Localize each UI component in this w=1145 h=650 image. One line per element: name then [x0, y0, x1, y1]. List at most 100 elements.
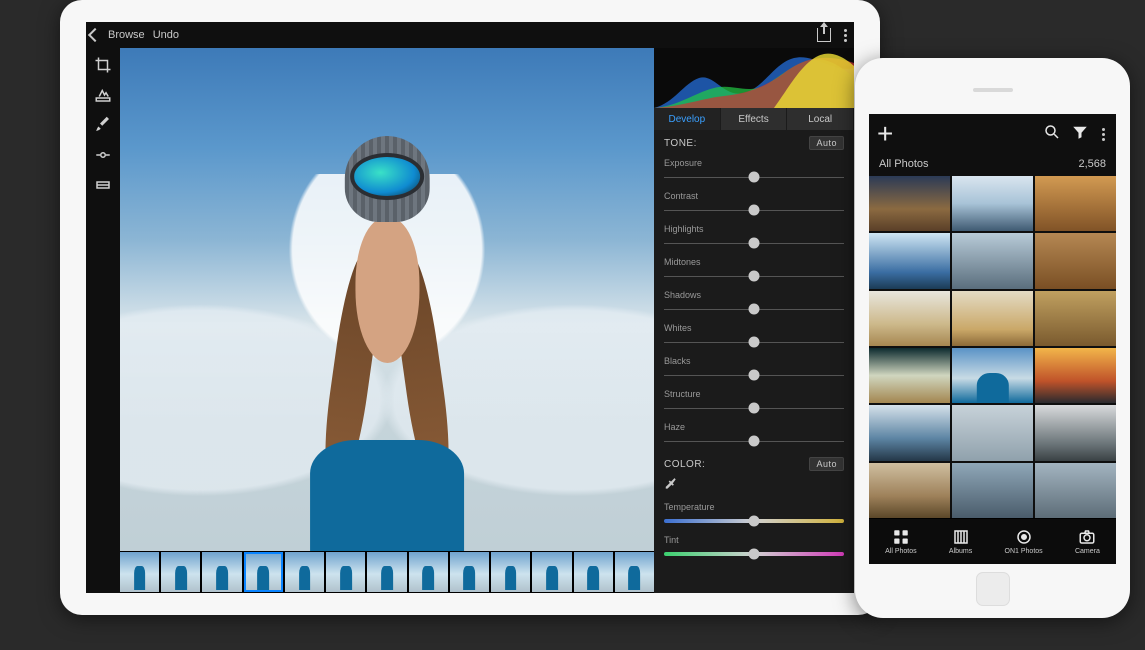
slider-knob[interactable]: [749, 436, 760, 447]
slider-knob[interactable]: [749, 205, 760, 216]
home-button[interactable]: [976, 572, 1010, 606]
filmstrip-thumb[interactable]: [285, 552, 324, 592]
grid-photo[interactable]: [869, 463, 950, 518]
tab-all[interactable]: All Photos: [885, 528, 917, 555]
grid-photo[interactable]: [1035, 405, 1116, 460]
slider-knob[interactable]: [749, 271, 760, 282]
collection-title: All Photos: [879, 158, 929, 170]
grid-photo[interactable]: [952, 348, 1033, 403]
grid-photo[interactable]: [952, 405, 1033, 460]
grid-photo[interactable]: [1035, 348, 1116, 403]
slider-label: Haze: [664, 422, 844, 432]
tone-auto-button[interactable]: Auto: [809, 136, 844, 150]
crop-tool-icon[interactable]: [94, 56, 112, 74]
slider-track[interactable]: [664, 237, 844, 249]
slider-knob[interactable]: [749, 337, 760, 348]
photo-count: 2,568: [1078, 158, 1106, 170]
search-icon[interactable]: [1043, 123, 1061, 146]
slider-track[interactable]: [664, 402, 844, 414]
back-chevron-icon[interactable]: [88, 28, 102, 42]
slider-knob[interactable]: [749, 172, 760, 183]
grid-photo[interactable]: [1035, 291, 1116, 346]
tab-effects[interactable]: Effects: [721, 108, 788, 130]
filmstrip-thumb[interactable]: [574, 552, 613, 592]
add-button-icon[interactable]: +: [877, 120, 893, 148]
filmstrip-thumb[interactable]: [202, 552, 241, 592]
tab-cloud[interactable]: ON1 Photos: [1005, 528, 1043, 555]
photo-grid: [869, 176, 1116, 518]
filmstrip-thumb[interactable]: [161, 552, 200, 592]
slider-track[interactable]: [664, 204, 844, 216]
slider-label: Shadows: [664, 290, 844, 300]
slider-track[interactable]: [664, 369, 844, 381]
back-label[interactable]: Browse: [108, 29, 145, 41]
slider-knob[interactable]: [749, 516, 760, 527]
filmstrip-thumb[interactable]: [409, 552, 448, 592]
slider-knob[interactable]: [749, 370, 760, 381]
color-section-header: COLOR: Auto: [654, 451, 854, 475]
slider-track[interactable]: [664, 515, 844, 527]
histogram: [654, 48, 854, 108]
slider-temperature: Temperature: [654, 498, 854, 531]
slider-knob[interactable]: [749, 238, 760, 249]
slider-track[interactable]: [664, 303, 844, 315]
slider-track[interactable]: [664, 435, 844, 447]
grid-photo[interactable]: [952, 176, 1033, 231]
color-auto-button[interactable]: Auto: [809, 457, 844, 471]
tab-albums[interactable]: Albums: [949, 528, 972, 555]
slider-track[interactable]: [664, 336, 844, 348]
undo-button[interactable]: Undo: [153, 29, 179, 41]
share-icon[interactable]: [817, 28, 831, 42]
grid-photo[interactable]: [869, 233, 950, 288]
slider-knob[interactable]: [749, 549, 760, 560]
filmstrip-thumb[interactable]: [244, 552, 283, 592]
tab-local[interactable]: Local: [787, 108, 854, 130]
mode-tabs: Develop Effects Local: [654, 108, 854, 130]
filmstrip-thumb[interactable]: [491, 552, 530, 592]
slider-track[interactable]: [664, 171, 844, 183]
tab-label: ON1 Photos: [1005, 548, 1043, 555]
slider-track[interactable]: [664, 548, 844, 560]
filmstrip-thumb[interactable]: [532, 552, 571, 592]
slider-knob[interactable]: [749, 403, 760, 414]
more-menu-icon[interactable]: [841, 26, 850, 45]
grid-photo[interactable]: [1035, 176, 1116, 231]
grid-photo[interactable]: [1035, 463, 1116, 518]
eyedropper-icon[interactable]: [664, 477, 678, 491]
filmstrip-thumb[interactable]: [615, 552, 654, 592]
tab-develop[interactable]: Develop: [654, 108, 721, 130]
filmstrip-thumb[interactable]: [450, 552, 489, 592]
filmstrip-thumb[interactable]: [120, 552, 159, 592]
filmstrip-thumb[interactable]: [326, 552, 365, 592]
filmstrip-thumb[interactable]: [367, 552, 406, 592]
heal-tool-icon[interactable]: [94, 86, 112, 104]
slider-track[interactable]: [664, 270, 844, 282]
grid-photo[interactable]: [869, 176, 950, 231]
slider-highlights: Highlights: [654, 220, 854, 253]
phone-more-icon[interactable]: [1099, 125, 1108, 144]
tab-camera[interactable]: Camera: [1075, 528, 1100, 555]
adjustments-panel: Develop Effects Local TONE: Auto Exposur…: [654, 48, 854, 593]
slider-knob[interactable]: [749, 304, 760, 315]
grid-photo[interactable]: [952, 291, 1033, 346]
grid-photo[interactable]: [952, 233, 1033, 288]
main-photo[interactable]: [120, 48, 654, 551]
brush-tool-icon[interactable]: [94, 116, 112, 134]
filter-icon[interactable]: [1071, 123, 1089, 146]
viewer: [120, 48, 654, 593]
slider-contrast: Contrast: [654, 187, 854, 220]
grid-photo[interactable]: [869, 348, 950, 403]
phone-speaker: [973, 88, 1013, 92]
topbar: Browse Undo: [86, 22, 854, 48]
grid-photo[interactable]: [952, 463, 1033, 518]
slider-label: Temperature: [664, 502, 844, 512]
tone-curve-tool-icon[interactable]: [94, 176, 112, 194]
grid-photo[interactable]: [1035, 233, 1116, 288]
slider-midtones: Midtones: [654, 253, 854, 286]
tab-label: Albums: [949, 548, 972, 555]
grid-photo[interactable]: [869, 405, 950, 460]
phone-tabbar: All Photos Albums ON1 Photos Camera: [869, 518, 1116, 564]
slider-label: Structure: [664, 389, 844, 399]
grid-photo[interactable]: [869, 291, 950, 346]
gradient-tool-icon[interactable]: [94, 146, 112, 164]
